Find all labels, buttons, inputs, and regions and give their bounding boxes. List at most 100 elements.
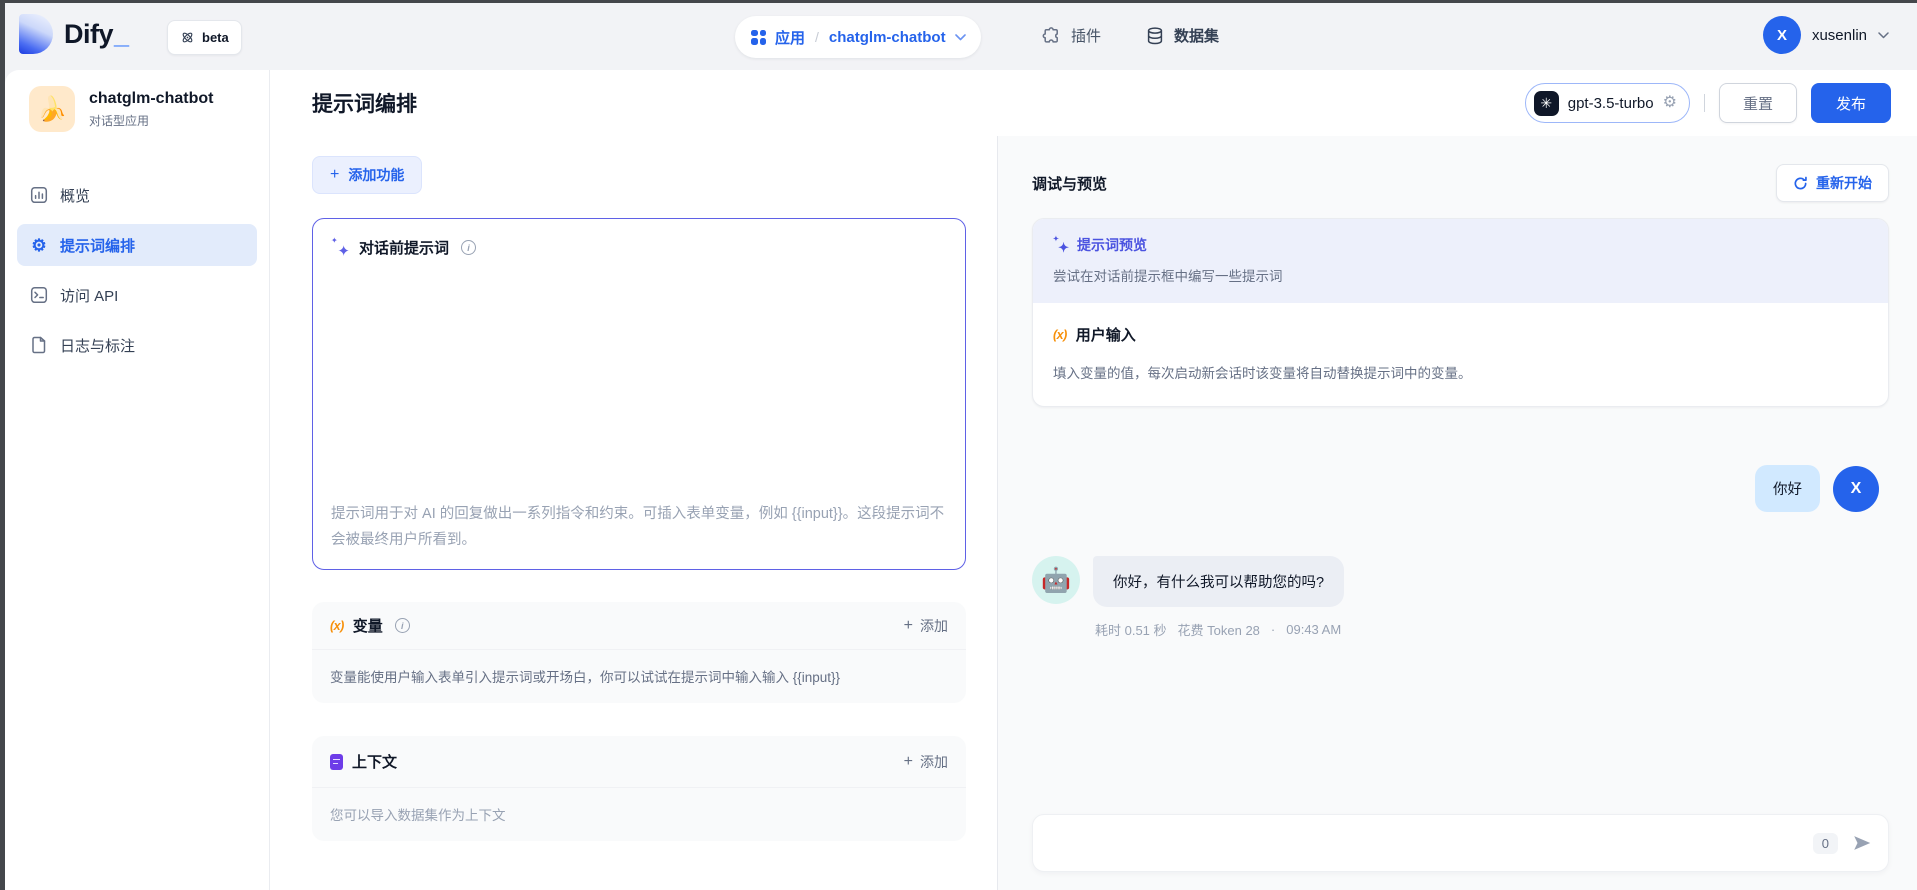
context-title: 上下文 bbox=[352, 754, 398, 771]
document-icon bbox=[330, 753, 343, 770]
send-icon bbox=[1851, 832, 1873, 854]
app-breadcrumb[interactable]: 应用 / chatglm-chatbot bbox=[735, 16, 981, 58]
dify-logo-text: Dify _ bbox=[64, 18, 129, 49]
add-feature-label: 添加功能 bbox=[348, 167, 405, 183]
model-selector[interactable]: ✳ gpt-3.5-turbo ⚙ bbox=[1524, 83, 1690, 123]
window-edge-top bbox=[0, 0, 1917, 3]
latency-label: 耗时 0.51 秒 bbox=[1095, 623, 1167, 638]
app-name: chatglm-chatbot bbox=[89, 89, 214, 107]
breadcrumb-separator: / bbox=[815, 29, 819, 45]
sparkle-icon: ✦ ✦ bbox=[331, 236, 350, 260]
nav-plugins[interactable]: 插件 bbox=[1042, 25, 1101, 46]
sidebar-item-prompt-eng[interactable]: ⚙ 提示词编排 bbox=[17, 224, 257, 266]
spark-atom-icon bbox=[180, 30, 195, 45]
nav-datasets[interactable]: 数据集 bbox=[1145, 25, 1219, 46]
datasets-label: 数据集 bbox=[1174, 28, 1220, 45]
refresh-icon bbox=[1793, 176, 1808, 191]
context-header: 上下文 + 添加 bbox=[312, 736, 966, 788]
dify-logo-icon bbox=[19, 14, 53, 54]
database-icon bbox=[1145, 26, 1165, 46]
timestamp-label: 09:43 AM bbox=[1286, 622, 1342, 637]
info-icon[interactable]: i bbox=[394, 618, 410, 633]
variable-icon: (x) bbox=[330, 618, 344, 633]
publish-button[interactable]: 发布 bbox=[1810, 83, 1891, 123]
chevron-down-icon[interactable] bbox=[954, 33, 966, 41]
dify-app-window: Dify _ beta 应用 / chatglm-chatbot 插件 数据集 … bbox=[0, 0, 1917, 890]
sparkle-icon: ✦ ✦ bbox=[1053, 236, 1069, 255]
plugins-label: 插件 bbox=[1071, 28, 1102, 45]
debug-header: 调试与预览 重新开始 bbox=[1032, 164, 1889, 202]
sidebar-item-label: 访问 API bbox=[60, 287, 119, 305]
bar-chart-icon bbox=[29, 186, 49, 204]
bot-message-row: 🤖 你好，有什么我可以帮助您的吗? 耗时 0.51 秒 花费 Token 28 … bbox=[1032, 556, 1889, 639]
pre-prompt-header: ✦ ✦ 对话前提示词 i bbox=[331, 236, 947, 260]
breadcrumb-app-name[interactable]: chatglm-chatbot bbox=[829, 29, 946, 46]
user-chat-avatar: X bbox=[1833, 465, 1879, 512]
breadcrumb-section[interactable]: 应用 bbox=[775, 27, 805, 48]
sidebar-item-overview[interactable]: 概览 bbox=[17, 174, 257, 216]
sidebar-item-label: 提示词编排 bbox=[60, 237, 136, 255]
info-icon[interactable]: i bbox=[461, 240, 477, 255]
reset-button[interactable]: 重置 bbox=[1718, 83, 1797, 123]
meta-separator: · bbox=[1270, 622, 1276, 637]
app-header: 🍌 chatglm-chatbot 对话型应用 bbox=[5, 86, 269, 132]
restart-button[interactable]: 重新开始 bbox=[1776, 164, 1889, 202]
app-icon: 🍌 bbox=[29, 86, 75, 132]
sidebar: 🍌 chatglm-chatbot 对话型应用 概览 ⚙ 提示词编排 访问 AP… bbox=[5, 70, 270, 890]
plus-icon: + bbox=[903, 752, 913, 770]
user-message-bubble: 你好 bbox=[1755, 465, 1820, 512]
pre-prompt-editor[interactable]: ✦ ✦ 对话前提示词 i 提示词用于对 AI 的回复做出一系列指令和约束。可插入… bbox=[312, 218, 966, 570]
user-input-section: (x) 用户输入 填入变量的值，每次启动新会话时该变量将自动替换提示词中的变量。 bbox=[1033, 303, 1888, 406]
chat-input-bar: 0 bbox=[1032, 814, 1889, 872]
variables-title: 变量 bbox=[352, 618, 383, 635]
user-input-title-row: (x) 用户输入 bbox=[1053, 324, 1868, 345]
add-variable-button[interactable]: + 添加 bbox=[904, 616, 948, 636]
beta-label: beta bbox=[202, 30, 229, 45]
user-input-description: 填入变量的值，每次启动新会话时该变量将自动替换提示词中的变量。 bbox=[1053, 366, 1472, 381]
variable-icon: (x) bbox=[1053, 327, 1067, 342]
divider bbox=[1703, 94, 1705, 112]
user-menu[interactable]: X xusenlin bbox=[1762, 16, 1889, 54]
main-area: 提示词编排 ✳ gpt-3.5-turbo ⚙ 重置 发布 + 添加功能 ✦ ✦… bbox=[270, 70, 1917, 890]
debug-preview-pane: 调试与预览 重新开始 ✦ ✦ 提示词预览 尝试在对话前提示框中编写一些提示词 (… bbox=[997, 136, 1917, 890]
add-context-button[interactable]: + 添加 bbox=[904, 752, 948, 772]
token-cost-label: 花费 Token 28 bbox=[1177, 623, 1260, 638]
sidebar-item-logs[interactable]: 日志与标注 bbox=[17, 324, 257, 366]
variables-header: (x) 变量 i + 添加 bbox=[312, 602, 966, 650]
send-button[interactable] bbox=[1851, 832, 1873, 854]
bot-avatar: 🤖 bbox=[1032, 556, 1080, 604]
chevron-down-icon bbox=[1878, 31, 1889, 39]
user-avatar[interactable]: X bbox=[1762, 16, 1801, 54]
prompt-preview-section: ✦ ✦ 提示词预览 尝试在对话前提示框中编写一些提示词 bbox=[1033, 219, 1888, 303]
beta-badge: beta bbox=[167, 20, 242, 55]
model-settings-gear-icon[interactable]: ⚙ bbox=[1663, 95, 1677, 111]
user-input-title: 用户输入 bbox=[1075, 327, 1136, 344]
prompt-preview-card: ✦ ✦ 提示词预览 尝试在对话前提示框中编写一些提示词 (x) 用户输入 填入变… bbox=[1032, 218, 1889, 407]
dify-logo[interactable]: Dify _ bbox=[19, 14, 129, 54]
topbar: Dify _ beta 应用 / chatglm-chatbot 插件 数据集 … bbox=[5, 3, 1917, 70]
content-shell: 🍌 chatglm-chatbot 对话型应用 概览 ⚙ 提示词编排 访问 AP… bbox=[5, 70, 1917, 890]
sidebar-nav: 概览 ⚙ 提示词编排 访问 API 日志与标注 bbox=[5, 174, 269, 366]
variables-card: (x) 变量 i + 添加 变量能使用户输入表单引入提示词或开场白，你可以试试在… bbox=[312, 602, 966, 703]
pre-prompt-title: 对话前提示词 bbox=[359, 240, 450, 257]
chat-input[interactable] bbox=[1049, 834, 1813, 852]
context-description: 您可以导入数据集作为上下文 bbox=[330, 808, 506, 823]
window-edge-left bbox=[0, 0, 5, 890]
puzzle-icon bbox=[1042, 26, 1062, 46]
sidebar-item-api[interactable]: 访问 API bbox=[17, 274, 257, 316]
terminal-icon bbox=[29, 286, 49, 304]
debug-title: 调试与预览 bbox=[1032, 175, 1108, 193]
user-message-row: 你好 X bbox=[1032, 465, 1889, 512]
variables-description: 变量能使用户输入表单引入提示词或开场白，你可以试试在提示词中输入输入 {{inp… bbox=[330, 670, 841, 685]
app-type-label: 对话型应用 bbox=[89, 113, 150, 128]
plus-icon: + bbox=[330, 166, 340, 183]
plus-icon: + bbox=[903, 616, 913, 634]
pre-prompt-placeholder: 提示词用于对 AI 的回复做出一系列指令和约束。可插入表单变量，例如 {{inp… bbox=[331, 506, 945, 548]
prompt-preview-description: 尝试在对话前提示框中编写一些提示词 bbox=[1053, 269, 1283, 284]
panes: + 添加功能 ✦ ✦ 对话前提示词 i 提示词用于对 AI 的回复做出一系列指令… bbox=[270, 136, 1917, 890]
add-feature-button[interactable]: + 添加功能 bbox=[312, 156, 423, 194]
model-name: gpt-3.5-turbo bbox=[1567, 94, 1654, 112]
prompt-preview-title-row: ✦ ✦ 提示词预览 bbox=[1053, 235, 1868, 255]
chat-area: 你好 X 🤖 你好，有什么我可以帮助您的吗? 耗时 0.51 秒 花费 Toke… bbox=[1032, 407, 1889, 872]
file-icon bbox=[29, 336, 49, 354]
